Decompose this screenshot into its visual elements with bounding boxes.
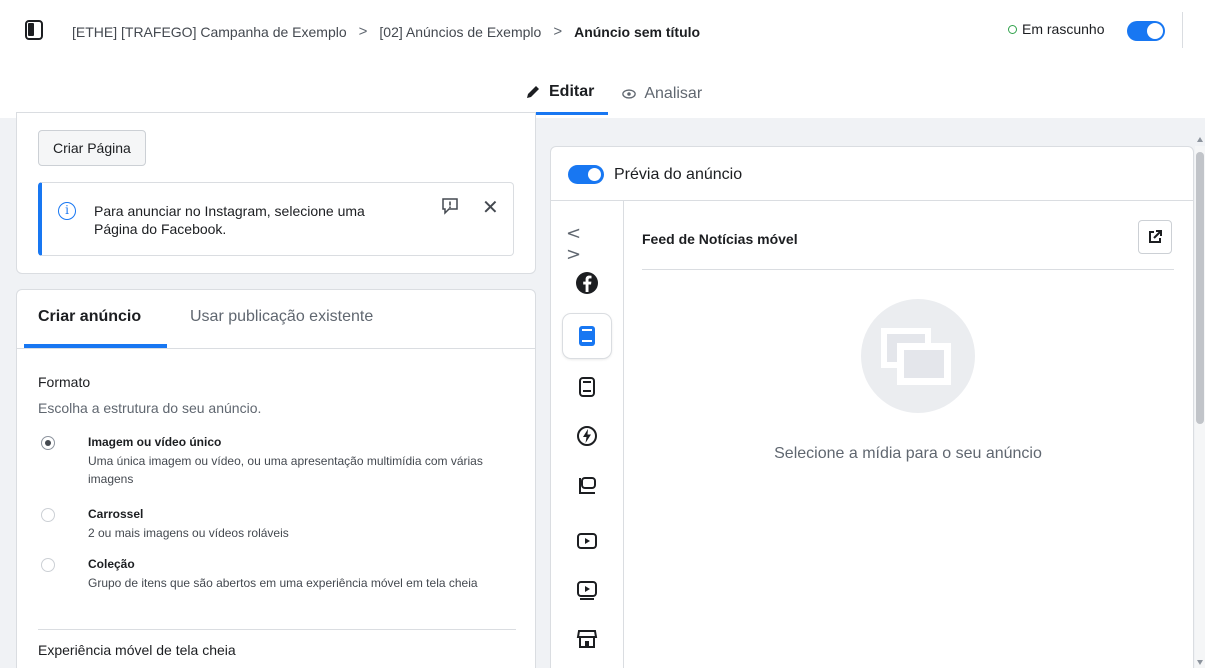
radio-single[interactable] — [41, 436, 55, 450]
status-indicator: Em rascunho — [1008, 21, 1104, 37]
format-subtitle: Escolha a estrutura do seu anúncio. — [38, 400, 262, 416]
preview-toggle-switch[interactable] — [568, 165, 604, 184]
in-stream-video-icon — [577, 581, 597, 600]
scrollbar-thumb[interactable] — [1196, 152, 1204, 424]
tab-analisar-label: Analisar — [644, 84, 703, 102]
option-desc: 2 ou mais imagens ou vídeos roláveis — [88, 526, 289, 540]
placement-in-stream-video[interactable] — [563, 568, 611, 612]
radio-collection[interactable] — [41, 558, 55, 572]
facebook-icon — [576, 272, 598, 294]
feedback-icon[interactable] — [441, 197, 459, 215]
video-feed-icon — [577, 533, 597, 549]
media-empty-text: Selecione a mídia para o seu anúncio — [774, 445, 1042, 462]
tab-criar-anuncio[interactable]: Criar anúncio — [38, 308, 141, 326]
breadcrumb: [ETHE] [TRAFEGO] Campanha de Exemplo > [… — [72, 23, 700, 40]
store-icon — [576, 630, 598, 648]
placement-marketplace[interactable] — [563, 465, 611, 509]
scroll-down-icon[interactable] — [1197, 660, 1203, 665]
placement-instant-articles[interactable] — [563, 414, 611, 458]
placement-title: Feed de Notícias móvel — [642, 231, 798, 247]
close-icon[interactable]: ✕ — [482, 195, 499, 219]
mode-tabs: Editar Analisar — [511, 72, 716, 118]
section-divider — [38, 629, 516, 630]
mobile-feed-icon — [579, 326, 595, 346]
placement-facebook[interactable] — [563, 261, 611, 305]
open-preview-button[interactable] — [1138, 220, 1172, 254]
ad-setup-tabs: Criar anúncio Usar publicação existente — [17, 290, 535, 349]
option-desc: Grupo de itens que são abertos em uma ex… — [88, 576, 478, 590]
breadcrumb-separator: > — [358, 23, 368, 40]
tab-usar-publicacao[interactable]: Usar publicação existente — [190, 308, 373, 326]
preview-title: Prévia do anúncio — [614, 166, 743, 183]
option-label: Imagem ou vídeo único — [88, 435, 222, 449]
placement-video-feed[interactable] — [563, 519, 611, 563]
format-title: Formato — [38, 374, 91, 390]
notice-text: Para anunciar no Instagram, selecione um… — [94, 203, 365, 237]
placement-desktop-feed[interactable] — [563, 365, 611, 409]
radio-carousel[interactable] — [41, 508, 55, 522]
tab-analisar[interactable]: Analisar — [608, 72, 716, 115]
status-label: Em rascunho — [1022, 21, 1105, 37]
placement-nav-arrows[interactable]: < > — [566, 223, 623, 265]
identity-card: Criar Página i Para anunciar no Instagra… — [16, 112, 536, 274]
instant-articles-icon — [577, 426, 597, 446]
media-placeholder-icon — [861, 299, 975, 413]
tab-underline — [24, 344, 167, 348]
option-label: Coleção — [88, 557, 135, 571]
breadcrumb-separator: > — [553, 23, 563, 40]
fullscreen-section-title: Experiência móvel de tela cheia — [38, 642, 236, 658]
breadcrumb-adset[interactable]: [02] Anúncios de Exemplo — [379, 24, 541, 40]
marketplace-icon — [579, 477, 596, 494]
tab-editar[interactable]: Editar — [511, 72, 609, 115]
preview-divider — [642, 269, 1174, 270]
scroll-up-icon[interactable] — [1197, 137, 1203, 142]
ad-setup-card: Criar anúncio Usar publicação existente … — [16, 289, 536, 668]
top-bar: [ETHE] [TRAFEGO] Campanha de Exemplo > [… — [0, 0, 1205, 118]
breadcrumb-campaign[interactable]: [ETHE] [TRAFEGO] Campanha de Exemplo — [72, 24, 347, 40]
placement-mobile-feed[interactable] — [563, 314, 611, 358]
placement-rail: < > — [551, 201, 624, 668]
divider — [1182, 12, 1183, 48]
placement-store[interactable] — [563, 617, 611, 661]
breadcrumb-ad: Anúncio sem título — [574, 23, 701, 40]
pencil-icon — [527, 86, 539, 98]
option-desc: Uma única imagem ou vídeo, ou uma aprese… — [88, 454, 483, 486]
instagram-notice: i Para anunciar no Instagram, selecione … — [38, 182, 514, 256]
eye-icon — [622, 88, 637, 99]
panel-toggle-icon[interactable] — [25, 20, 43, 40]
ad-toggle-switch[interactable] — [1127, 21, 1165, 41]
ad-preview-panel: Prévia do anúncio < > Feed de Notícias m… — [550, 146, 1194, 668]
desktop-feed-icon — [579, 377, 595, 397]
create-page-button[interactable]: Criar Página — [38, 130, 146, 166]
preview-header: Prévia do anúncio — [551, 147, 1193, 201]
info-icon: i — [58, 202, 76, 220]
option-label: Carrossel — [88, 507, 144, 521]
external-link-icon — [1149, 230, 1162, 243]
status-dot-icon — [1008, 24, 1017, 34]
tab-editar-label: Editar — [549, 83, 595, 100]
